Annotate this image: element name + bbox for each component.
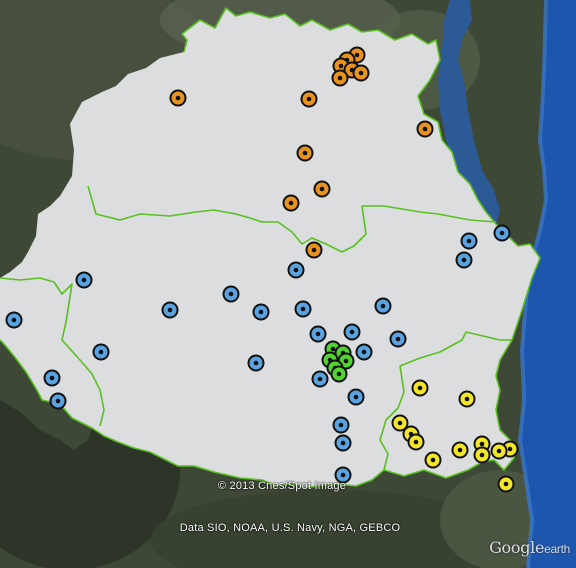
marker-center-dot: [336, 371, 342, 377]
blue-marker[interactable]: [287, 261, 305, 279]
blue-marker[interactable]: [455, 251, 473, 269]
orange-marker[interactable]: [300, 90, 318, 108]
blue-marker[interactable]: [252, 303, 270, 321]
yellow-marker[interactable]: [490, 442, 508, 460]
marker-center-dot: [338, 63, 344, 69]
marker-center-dot: [395, 336, 401, 342]
marker-center-dot: [330, 346, 336, 352]
marker-center-dot: [253, 360, 259, 366]
marker-center-dot: [340, 472, 346, 478]
marker-center-dot: [98, 349, 104, 355]
marker-center-dot: [343, 358, 349, 364]
blue-marker[interactable]: [43, 369, 61, 387]
logo-brand: Google: [489, 538, 545, 557]
blue-marker[interactable]: [460, 232, 478, 250]
blue-marker[interactable]: [49, 392, 67, 410]
orange-marker[interactable]: [416, 120, 434, 138]
marker-center-dot: [422, 126, 428, 132]
marker-center-dot: [311, 247, 317, 253]
marker-center-dot: [464, 396, 470, 402]
google-earth-logo: Googleearth: [489, 538, 570, 557]
marker-center-dot: [258, 309, 264, 315]
orange-marker[interactable]: [169, 89, 187, 107]
marker-center-dot: [337, 75, 343, 81]
marker-center-dot: [315, 331, 321, 337]
blue-marker[interactable]: [355, 343, 373, 361]
marker-center-dot: [380, 303, 386, 309]
blue-marker[interactable]: [493, 224, 511, 242]
marker-center-dot: [340, 440, 346, 446]
blue-marker[interactable]: [247, 354, 265, 372]
marker-center-dot: [479, 441, 485, 447]
marker-center-dot: [317, 376, 323, 382]
blue-marker[interactable]: [389, 330, 407, 348]
blue-marker[interactable]: [222, 285, 240, 303]
marker-center-dot: [167, 307, 173, 313]
blue-marker[interactable]: [311, 370, 329, 388]
yellow-marker[interactable]: [458, 390, 476, 408]
marker-center-dot: [461, 257, 467, 263]
yellow-marker[interactable]: [451, 441, 469, 459]
marker-center-dot: [496, 448, 502, 454]
marker-center-dot: [55, 398, 61, 404]
blue-marker[interactable]: [5, 311, 23, 329]
blue-marker[interactable]: [332, 416, 350, 434]
blue-marker[interactable]: [309, 325, 327, 343]
marker-center-dot: [175, 95, 181, 101]
attribution-line-1: © 2013 Cnes/Spot Image: [217, 480, 347, 492]
orange-marker[interactable]: [296, 144, 314, 162]
yellow-marker[interactable]: [407, 433, 425, 451]
marker-center-dot: [457, 447, 463, 453]
marker-center-dot: [338, 422, 344, 428]
orange-marker[interactable]: [305, 241, 323, 259]
blue-marker[interactable]: [92, 343, 110, 361]
marker-center-dot: [11, 317, 17, 323]
marker-center-dot: [293, 267, 299, 273]
marker-center-dot: [354, 52, 360, 58]
yellow-marker[interactable]: [411, 379, 429, 397]
orange-marker[interactable]: [313, 180, 331, 198]
marker-center-dot: [466, 238, 472, 244]
marker-center-dot: [306, 96, 312, 102]
marker-center-dot: [353, 394, 359, 400]
green-marker[interactable]: [330, 365, 348, 383]
marker-center-dot: [228, 291, 234, 297]
blue-marker[interactable]: [334, 434, 352, 452]
marker-center-dot: [499, 230, 505, 236]
blue-marker[interactable]: [347, 388, 365, 406]
marker-center-dot: [507, 446, 513, 452]
orange-marker[interactable]: [352, 64, 370, 82]
marker-center-dot: [288, 200, 294, 206]
logo-product: earth: [544, 542, 570, 556]
marker-center-dot: [81, 277, 87, 283]
marker-center-dot: [417, 385, 423, 391]
orange-marker[interactable]: [331, 69, 349, 87]
marker-center-dot: [302, 150, 308, 156]
blue-marker[interactable]: [75, 271, 93, 289]
blue-marker[interactable]: [374, 297, 392, 315]
marker-center-dot: [358, 70, 364, 76]
marker-center-dot: [349, 329, 355, 335]
map-view[interactable]: © 2013 Cnes/Spot Image Data SIO, NOAA, U…: [0, 0, 576, 568]
marker-center-dot: [319, 186, 325, 192]
yellow-marker[interactable]: [424, 451, 442, 469]
blue-marker[interactable]: [161, 301, 179, 319]
marker-center-dot: [430, 457, 436, 463]
yellow-marker[interactable]: [473, 446, 491, 464]
marker-center-dot: [49, 375, 55, 381]
blue-marker[interactable]: [343, 323, 361, 341]
blue-marker[interactable]: [294, 300, 312, 318]
marker-center-dot: [397, 420, 403, 426]
orange-marker[interactable]: [282, 194, 300, 212]
attribution-line-2: Data SIO, NOAA, U.S. Navy, NGA, GEBCO: [179, 522, 401, 534]
marker-center-dot: [479, 452, 485, 458]
marker-center-dot: [300, 306, 306, 312]
marker-center-dot: [361, 349, 367, 355]
marker-center-dot: [413, 439, 419, 445]
